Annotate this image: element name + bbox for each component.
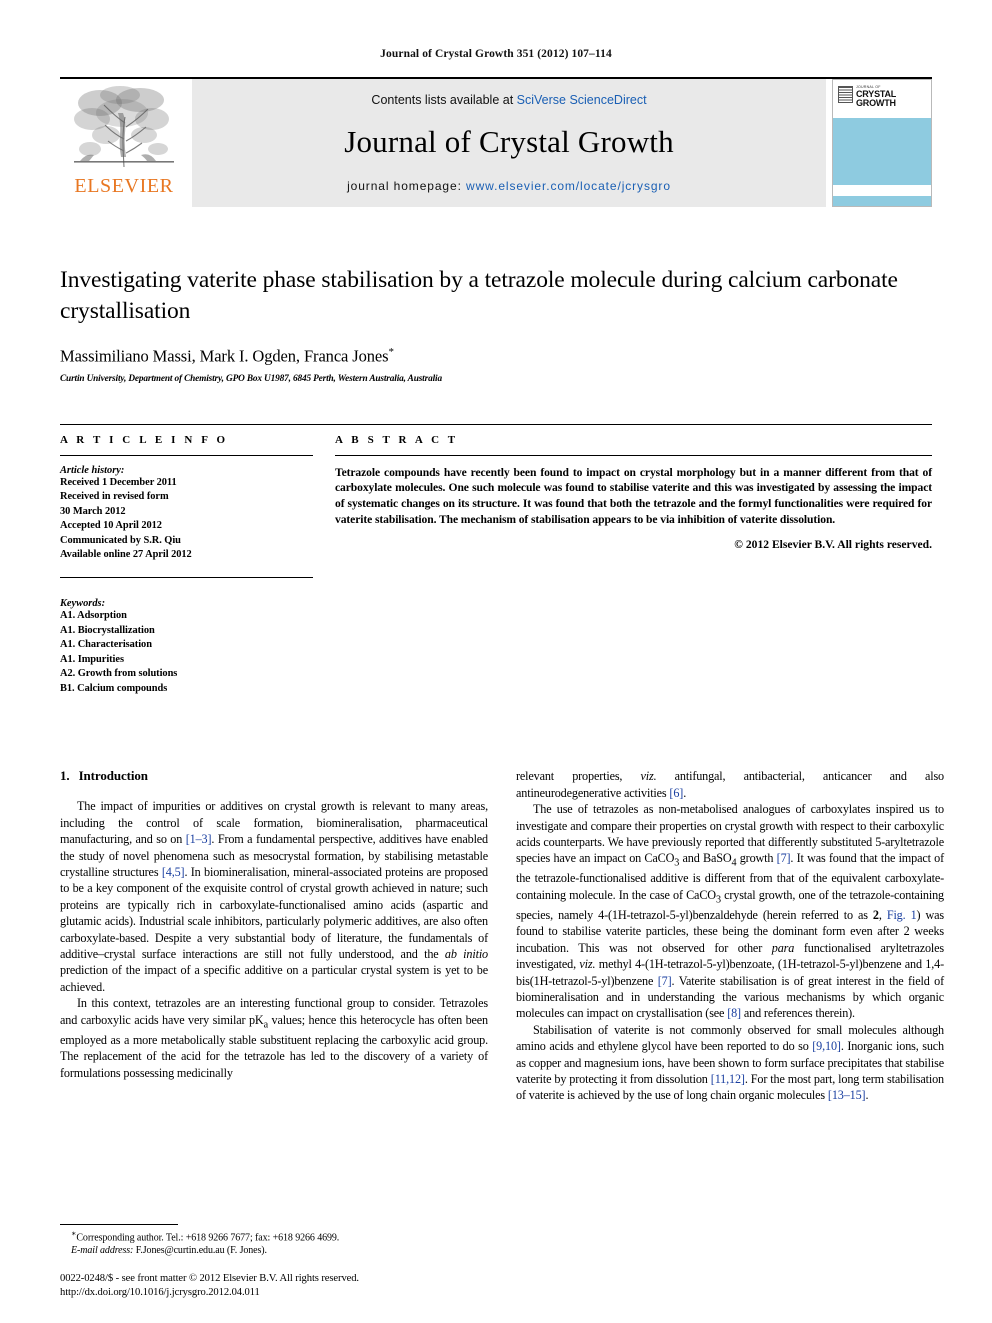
elsevier-logo: ELSEVIER bbox=[60, 79, 188, 207]
italic-term: ab initio bbox=[444, 947, 489, 961]
contents-available-line: Contents lists available at SciVerse Sci… bbox=[371, 93, 646, 107]
cover-header: JOURNAL OF CRYSTAL GROWTH bbox=[833, 80, 931, 118]
running-head: Journal of Crystal Growth 351 (2012) 107… bbox=[380, 48, 612, 60]
paragraph: The impact of impurities or additives on… bbox=[60, 798, 488, 995]
abstract-heading: A B S T R A C T bbox=[335, 433, 459, 446]
elsevier-tree-icon bbox=[74, 86, 174, 168]
keywords-block: Keywords: A1. Adsorption A1. Biocrystall… bbox=[60, 598, 313, 696]
paragraph: Stabilisation of vaterite is not commonl… bbox=[516, 1022, 944, 1104]
section-heading-introduction: 1. Introduction bbox=[60, 768, 488, 784]
keyword-item: A1. Biocrystallization bbox=[60, 624, 155, 636]
corresponding-author-marker: * bbox=[388, 346, 394, 359]
text-run: and BaSO bbox=[679, 851, 732, 866]
article-info-column: A R T I C L E I N F O Article history: R… bbox=[60, 434, 331, 697]
section-number: 1. bbox=[60, 768, 70, 784]
article-first-page: Journal of Crystal Growth 351 (2012) 107… bbox=[0, 0, 992, 1323]
article-history-label: Article history: bbox=[60, 464, 125, 476]
citation-link[interactable]: [13–15] bbox=[828, 1088, 866, 1102]
affiliation: Curtin University, Department of Chemist… bbox=[60, 373, 442, 384]
keyword-item: A1. Impurities bbox=[60, 653, 124, 665]
history-item: Accepted 10 April 2012 bbox=[60, 520, 162, 532]
citation-link[interactable]: [8] bbox=[727, 1006, 741, 1020]
title-block: Investigating vaterite phase stabilisati… bbox=[60, 265, 932, 384]
journal-homepage-link[interactable]: www.elsevier.com/locate/jcrysgro bbox=[466, 179, 671, 193]
journal-masthead: ELSEVIER Contents lists available at Sci… bbox=[60, 77, 932, 207]
info-abstract-region: A R T I C L E I N F O Article history: R… bbox=[60, 423, 932, 697]
journal-homepage-line: journal homepage: www.elsevier.com/locat… bbox=[347, 179, 671, 193]
email-note: E-mail address: F.Jones@curtin.edu.au (F… bbox=[60, 1244, 488, 1257]
email-value: F.Jones@curtin.edu.au (F. Jones). bbox=[133, 1245, 267, 1256]
italic-term: para bbox=[771, 940, 795, 955]
author-list: Massimiliano Massi, Mark I. Ogden, Franc… bbox=[60, 346, 932, 367]
keyword-item: B1. Calcium compounds bbox=[60, 682, 168, 694]
cover-color-band-2 bbox=[833, 196, 931, 206]
body-column-right: relevant properties, viz. antifungal, an… bbox=[516, 768, 944, 1104]
text-run: . bbox=[865, 1088, 869, 1103]
citation-link[interactable]: [6] bbox=[669, 786, 683, 800]
italic-term: viz. bbox=[640, 769, 657, 784]
text-run: and references therein). bbox=[740, 1006, 855, 1021]
journal-banner: Contents lists available at SciVerse Sci… bbox=[192, 79, 826, 207]
journal-title: Journal of Crystal Growth bbox=[344, 124, 674, 159]
body-columns: 1. Introduction The impact of impurities … bbox=[60, 768, 944, 1104]
cover-title-block: JOURNAL OF CRYSTAL GROWTH bbox=[856, 85, 896, 108]
abstract-column: A B S T R A C T Tetrazole compounds have… bbox=[331, 434, 932, 697]
citation-link[interactable]: [9,10] bbox=[812, 1039, 841, 1053]
text-run: growth bbox=[736, 851, 777, 866]
text-run: , bbox=[878, 908, 887, 922]
contents-prefix: Contents lists available at bbox=[371, 93, 517, 107]
issn-block: 0022-0248/$ - see front matter © 2012 El… bbox=[60, 1272, 620, 1301]
section-title: Introduction bbox=[78, 768, 148, 784]
journal-cover-thumbnail: JOURNAL OF CRYSTAL GROWTH bbox=[832, 79, 932, 207]
citation-link[interactable]: [11,12] bbox=[711, 1072, 745, 1086]
keyword-item: A2. Growth from solutions bbox=[60, 668, 178, 680]
abstract-copyright: © 2012 Elsevier B.V. All rights reserved… bbox=[734, 537, 932, 551]
citation-link[interactable]: [7] bbox=[658, 974, 672, 988]
history-item: Available online 27 April 2012 bbox=[60, 549, 192, 561]
history-item: Received 1 December 2011 bbox=[60, 476, 177, 488]
paragraph: The use of tetrazoles as non-metabolised… bbox=[516, 801, 944, 1022]
history-item: 30 March 2012 bbox=[60, 505, 126, 517]
corresponding-author-note: ∗Corresponding author. Tel.: +618 9266 7… bbox=[60, 1229, 488, 1244]
citation-link[interactable]: [1–3] bbox=[186, 832, 212, 846]
footnote-block: ∗Corresponding author. Tel.: +618 9266 7… bbox=[60, 1223, 488, 1257]
paragraph: relevant properties, viz. antifungal, an… bbox=[516, 768, 944, 801]
history-item: Received in revised form bbox=[60, 491, 169, 503]
footnote-divider bbox=[60, 1223, 178, 1225]
text-run: relevant properties, bbox=[516, 769, 641, 784]
text-run: . In biomineralisation, mineral-associat… bbox=[60, 864, 488, 961]
cover-publisher-icon bbox=[838, 86, 853, 103]
paragraph: In this context, tetrazoles are an inter… bbox=[60, 995, 488, 1081]
cover-color-band-1 bbox=[833, 118, 931, 185]
keyword-item: A1. Characterisation bbox=[60, 639, 152, 651]
text-run: Corresponding author. Tel.: +618 9266 76… bbox=[76, 1232, 340, 1243]
article-info-lower-divider bbox=[60, 576, 313, 578]
sciencedirect-link[interactable]: SciVerse ScienceDirect bbox=[517, 93, 647, 107]
issn-copyright-line: 0022-0248/$ - see front matter © 2012 El… bbox=[60, 1272, 359, 1284]
italic-term: viz. bbox=[579, 957, 596, 972]
doi-link[interactable]: http://dx.doi.org/10.1016/j.jcrysgro.201… bbox=[60, 1286, 620, 1301]
abstract-divider bbox=[335, 454, 932, 456]
homepage-prefix: journal homepage: bbox=[347, 179, 467, 193]
cover-title-line-2: GROWTH bbox=[856, 97, 896, 108]
elsevier-wordmark: ELSEVIER bbox=[74, 175, 174, 197]
history-item: Communicated by S.R. Qiu bbox=[60, 534, 181, 546]
citation-link[interactable]: [4,5] bbox=[162, 865, 185, 879]
figure-link[interactable]: Fig. 1 bbox=[887, 908, 917, 922]
article-info-divider bbox=[60, 454, 313, 456]
keywords-label: Keywords: bbox=[60, 597, 106, 609]
abstract-text: Tetrazole compounds have recently been f… bbox=[335, 465, 932, 526]
email-label: E-mail address: bbox=[71, 1245, 134, 1256]
article-info-heading: A R T I C L E I N F O bbox=[60, 433, 229, 446]
author-names: Massimiliano Massi, Mark I. Ogden, Franc… bbox=[60, 346, 389, 366]
citation-link[interactable]: [7] bbox=[777, 851, 791, 865]
keyword-item: A1. Adsorption bbox=[60, 609, 127, 621]
body-column-left: 1. Introduction The impact of impurities … bbox=[60, 768, 488, 1104]
page-title: Investigating vaterite phase stabilisati… bbox=[60, 267, 898, 324]
cover-white-gap bbox=[833, 185, 931, 196]
text-run: . bbox=[683, 785, 687, 800]
text-run: prediction of the impact of a specific a… bbox=[60, 963, 488, 994]
